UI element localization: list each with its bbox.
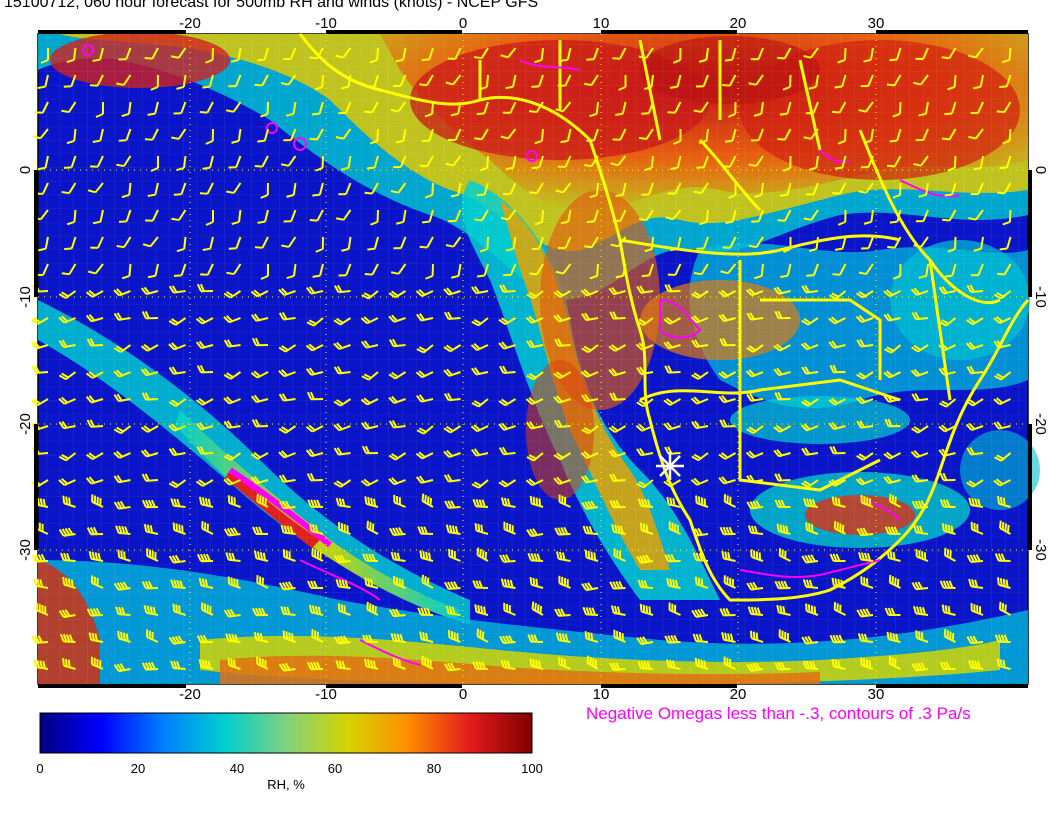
x-tick-top-1: -20 bbox=[179, 15, 201, 32]
x-tick-bottom-6: 30 bbox=[868, 686, 885, 700]
y-tick-left-4: -30 bbox=[17, 539, 34, 561]
x-tick-top-6: 30 bbox=[868, 15, 885, 32]
x-tick-bottom-5: 20 bbox=[730, 686, 747, 700]
y-tick-right-1: 0 bbox=[1032, 166, 1049, 174]
rh-wind-map: -20 -10 0 10 20 30 -20 -10 0 10 20 30 0 … bbox=[17, 15, 1049, 700]
colorbar-label: RH, % bbox=[267, 777, 305, 792]
rh-colorbar: 0 20 40 60 80 100 RH, % bbox=[36, 712, 543, 792]
x-tick-bottom-2: -10 bbox=[315, 686, 337, 700]
y-tick-left-3: -20 bbox=[17, 413, 34, 435]
y-tick-left-1: 0 bbox=[17, 166, 34, 174]
y-tick-right-3: -20 bbox=[1032, 413, 1049, 435]
y-tick-right-4: -30 bbox=[1032, 539, 1049, 561]
colorbar-tick-60: 60 bbox=[328, 761, 342, 776]
x-tick-bottom-3: 0 bbox=[459, 686, 467, 700]
colorbar-tick-0: 0 bbox=[36, 761, 43, 776]
colorbar-tick-40: 40 bbox=[230, 761, 244, 776]
y-tick-left-2: -10 bbox=[17, 286, 34, 308]
x-tick-top-4: 10 bbox=[593, 15, 610, 32]
y-tick-right-2: -10 bbox=[1032, 286, 1049, 308]
colorbar-tick-80: 80 bbox=[427, 761, 441, 776]
x-tick-bottom-4: 10 bbox=[593, 686, 610, 700]
colorbar-tick-20: 20 bbox=[131, 761, 145, 776]
colorbar-gradient bbox=[39, 712, 533, 754]
x-tick-top-5: 20 bbox=[730, 15, 747, 32]
colorbar-tick-100: 100 bbox=[521, 761, 543, 776]
x-tick-bottom-1: -20 bbox=[179, 686, 201, 700]
omega-note: Negative Omegas less than -.3, contours … bbox=[586, 704, 971, 723]
x-tick-top-3: 0 bbox=[459, 15, 467, 32]
station-marker bbox=[656, 452, 684, 480]
x-tick-top-2: -10 bbox=[315, 15, 337, 32]
